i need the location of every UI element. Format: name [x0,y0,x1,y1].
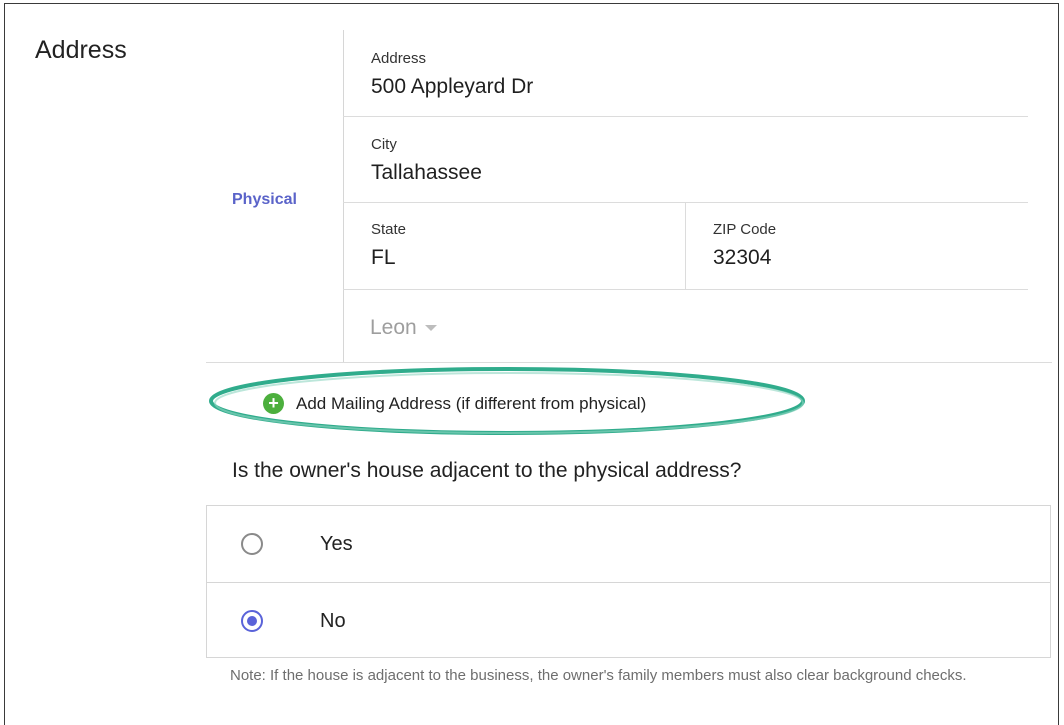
zip-field-label: ZIP Code [713,221,777,238]
divider [343,116,1028,117]
divider [343,289,1028,290]
option-no-label: No [320,609,346,632]
zip-field[interactable]: ZIP Code 32304 [686,202,1029,289]
adjacency-options: Yes No [206,505,1051,658]
add-mailing-highlight: + Add Mailing Address (if different from… [207,365,807,437]
radio-no[interactable] [241,610,263,632]
adjacency-note: Note: If the house is adjacent to the bu… [230,667,967,684]
plus-circle-icon: + [263,393,284,414]
state-field-value[interactable]: FL [371,246,396,270]
divider [685,203,686,289]
option-yes[interactable]: Yes [207,506,1050,583]
county-select-value: Leon [370,316,417,339]
option-yes-label: Yes [320,532,353,555]
city-field-label: City [371,136,397,153]
address-field-label: Address [371,50,427,67]
state-field[interactable]: State FL [344,202,686,289]
city-field[interactable]: City Tallahassee [344,116,1029,202]
option-no[interactable]: No [207,583,1050,659]
adjacency-question: Is the owner's house adjacent to the phy… [232,459,742,482]
state-field-label: State [371,221,407,238]
add-mailing-address-button[interactable]: + Add Mailing Address (if different from… [263,393,646,414]
address-field[interactable]: Address 500 Appleyard Dr [344,30,1029,116]
address-field-value[interactable]: 500 Appleyard Dr [371,75,533,99]
county-select[interactable]: Leon [370,316,437,340]
physical-address-group: Address 500 Appleyard Dr City Tallahasse… [343,30,1029,362]
section-title: Address [35,36,127,64]
add-mailing-address-label: Add Mailing Address (if different from p… [296,393,647,413]
divider [206,362,1052,363]
caret-down-icon [424,325,437,332]
physical-label: Physical [232,191,297,208]
city-field-value[interactable]: Tallahassee [371,161,482,185]
zip-field-value[interactable]: 32304 [713,246,771,270]
radio-yes[interactable] [241,533,263,555]
